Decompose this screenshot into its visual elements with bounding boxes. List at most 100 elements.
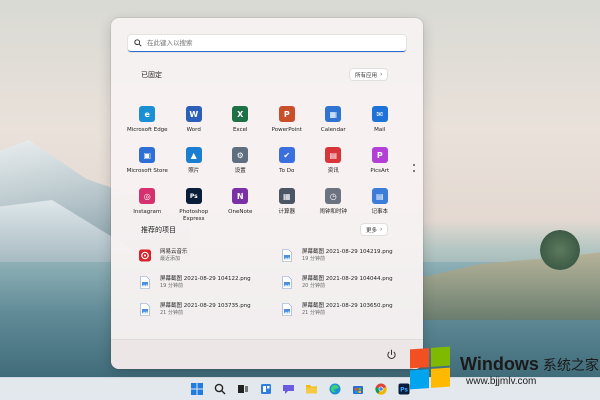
recommended-item-name: 屏幕截图 2021-08-29 104122.png: [160, 276, 251, 282]
pinned-app-settings[interactable]: ⚙ 设置: [217, 147, 264, 188]
recommended-item[interactable]: 屏幕截图 2021-08-29 103650.png 21 分钟前: [281, 302, 403, 329]
pinned-app-todo[interactable]: ✔ To Do: [264, 147, 311, 188]
photos-icon: ▲: [185, 147, 202, 163]
pinned-apps-grid: e Microsoft Edge W Word X Excel P PowerPoint ▦ Ca…: [124, 106, 410, 229]
pinned-app-photoshop[interactable]: Ps Photoshop Express: [171, 188, 218, 229]
pinned-app-notepad[interactable]: ▤ 记事本: [357, 188, 404, 229]
file-explorer-icon[interactable]: [303, 381, 320, 398]
settings-icon: ⚙: [232, 147, 249, 163]
wallpaper-tree: [540, 230, 580, 270]
excel-icon: X: [232, 106, 249, 122]
pinned-app-label: 资讯: [327, 168, 339, 174]
edge-icon[interactable]: [326, 381, 343, 398]
pinned-app-calendar[interactable]: ▦ Calendar: [310, 106, 357, 147]
pinned-app-label: Photoshop Express: [179, 209, 209, 222]
page-indicator[interactable]: [413, 164, 416, 176]
chat-icon[interactable]: [280, 381, 297, 398]
recommended-item-time: 21 分钟前: [160, 310, 183, 316]
pinned-app-label: PowerPoint: [271, 127, 302, 133]
pinned-app-powerpoint[interactable]: P PowerPoint: [264, 106, 311, 147]
chevron-right-icon: ›: [380, 226, 383, 233]
pinned-app-photos[interactable]: ▲ 照片: [171, 147, 218, 188]
clock-icon: ◷: [325, 188, 342, 204]
windows-logo-icon: [410, 346, 450, 390]
recommended-item-text: 屏幕截图 2021-08-29 104044.png 20 分钟前: [302, 275, 393, 290]
power-icon[interactable]: [386, 349, 397, 360]
pinned-app-label: 照片: [188, 168, 200, 174]
pinned-app-label: PicsArt: [370, 168, 390, 174]
netease-music-icon: [139, 249, 151, 262]
notepad-icon: ▤: [371, 188, 388, 204]
pinned-app-label: Microsoft Edge: [126, 127, 168, 133]
pinned-app-store[interactable]: ▣ Microsoft Store: [124, 147, 171, 188]
pinned-app-clock[interactable]: ◷ 闹钟和时钟: [310, 188, 357, 229]
chevron-right-icon: ›: [380, 71, 383, 78]
pinned-app-instagram[interactable]: ◎ Instagram: [124, 188, 171, 229]
watermark: Windows 系统之家 www.bjjmlv.com: [402, 342, 600, 400]
watermark-title: Windows 系统之家: [460, 354, 599, 375]
more-button[interactable]: 更多 ›: [361, 224, 388, 235]
pinned-app-edge[interactable]: e Microsoft Edge: [124, 106, 171, 147]
search-input[interactable]: [147, 39, 387, 47]
news-icon: ▤: [325, 147, 342, 163]
more-label: 更多: [366, 227, 378, 234]
recommended-item-text: 网易云音乐 最近添加: [160, 248, 188, 263]
recommended-item-name: 屏幕截图 2021-08-29 104219.png: [302, 249, 393, 255]
pinned-app-label: Instagram: [133, 209, 162, 215]
recommended-item[interactable]: 网易云音乐 最近添加: [139, 248, 281, 275]
start-icon[interactable]: [188, 381, 205, 398]
recommended-item-text: 屏幕截图 2021-08-29 103735.png 21 分钟前: [160, 302, 251, 317]
recommended-item-name: 屏幕截图 2021-08-29 103735.png: [160, 303, 251, 309]
search-icon[interactable]: [211, 381, 228, 398]
pinned-app-label: To Do: [279, 168, 295, 174]
all-apps-button[interactable]: 所有应用 ›: [350, 69, 388, 80]
word-icon: W: [185, 106, 202, 122]
pinned-app-picsart[interactable]: P PicsArt: [357, 147, 404, 188]
task-view-icon[interactable]: [234, 381, 251, 398]
edge-icon: e: [139, 106, 156, 122]
pinned-app-excel[interactable]: X Excel: [217, 106, 264, 147]
all-apps-label: 所有应用: [355, 72, 378, 79]
pinned-app-label: Mail: [374, 127, 386, 133]
watermark-url: www.bjjmlv.com: [466, 376, 537, 387]
recommended-item-text: 屏幕截图 2021-08-29 103650.png 21 分钟前: [302, 302, 393, 317]
store-icon: ▣: [139, 147, 156, 163]
pinned-app-label: 记事本: [371, 209, 388, 215]
mail-icon: ✉: [371, 106, 388, 122]
recommended-list: 网易云音乐 最近添加 屏幕截图 2021-08-29 104219.png 19 分钟…: [139, 248, 403, 329]
pinned-app-calculator[interactable]: ▦ 计算器: [264, 188, 311, 229]
recommended-item[interactable]: 屏幕截图 2021-08-29 103735.png 21 分钟前: [139, 302, 281, 329]
png-file-icon: [140, 276, 150, 289]
store-icon[interactable]: [349, 381, 366, 398]
watermark-title-cn: 系统之家: [542, 357, 599, 373]
pinned-app-mail[interactable]: ✉ Mail: [357, 106, 404, 147]
pinned-app-word[interactable]: W Word: [171, 106, 218, 147]
page-dot-2: [413, 170, 415, 172]
pinned-app-label: Calendar: [320, 127, 346, 133]
search-box[interactable]: [128, 35, 406, 52]
png-file-icon: [282, 276, 292, 289]
pinned-app-onenote[interactable]: N OneNote: [217, 188, 264, 229]
recommended-item-text: 屏幕截图 2021-08-29 104122.png 19 分钟前: [160, 275, 251, 290]
pinned-app-news[interactable]: ▤ 资讯: [310, 147, 357, 188]
calendar-icon: ▦: [325, 106, 342, 122]
png-file-icon: [140, 303, 150, 316]
search-icon: [134, 39, 142, 47]
recommended-header: 推荐的项目: [141, 225, 176, 235]
recommended-item-name: 网易云音乐: [160, 249, 188, 255]
recommended-item[interactable]: 屏幕截图 2021-08-29 104044.png 20 分钟前: [281, 275, 403, 302]
recommended-item-name: 屏幕截图 2021-08-29 103650.png: [302, 303, 393, 309]
page-dot-1: [413, 164, 415, 166]
recommended-item-time: 19 分钟前: [160, 283, 183, 289]
powerpoint-icon: P: [278, 106, 295, 122]
chrome-icon[interactable]: [372, 381, 389, 398]
png-file-icon: [282, 303, 292, 316]
photoshop-icon: Ps: [185, 188, 202, 204]
recommended-item[interactable]: 屏幕截图 2021-08-29 104219.png 19 分钟前: [281, 248, 403, 275]
pinned-app-label: OneNote: [228, 209, 253, 215]
widgets-icon[interactable]: [257, 381, 274, 398]
start-menu: 已固定 所有应用 › e Microsoft Edge W Word X Excel P Po…: [111, 18, 423, 369]
instagram-icon: ◎: [139, 188, 156, 204]
recommended-item[interactable]: 屏幕截图 2021-08-29 104122.png 19 分钟前: [139, 275, 281, 302]
pinned-app-label: Microsoft Store: [126, 168, 168, 174]
